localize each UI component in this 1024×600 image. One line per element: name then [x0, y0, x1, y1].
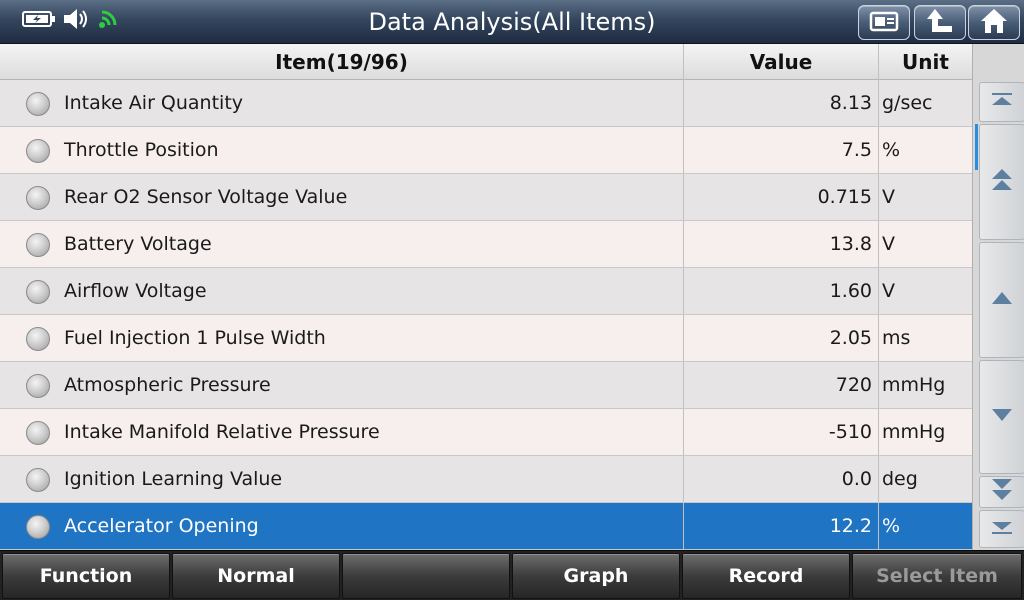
item-value: 0.715 [817, 186, 872, 208]
item-name: Rear O2 Sensor Voltage Value [64, 186, 348, 208]
function-button[interactable]: Function [2, 553, 170, 599]
graph-button[interactable]: Graph [512, 553, 680, 599]
data-table: Item(19/96) Value Unit Intake Air Quanti… [0, 44, 972, 550]
empty-button[interactable] [342, 553, 510, 599]
item-value: 720 [835, 374, 872, 396]
row-indicator-icon [26, 280, 50, 304]
item-unit: V [882, 280, 895, 302]
screenshot-icon [868, 9, 900, 37]
table-row[interactable]: Airflow Voltage 1.60 V [0, 268, 972, 315]
item-value: 12.2 [829, 515, 872, 537]
item-unit: ms [882, 327, 911, 349]
normal-button[interactable]: Normal [172, 553, 340, 599]
bottom-toolbar: Function Normal Graph Record Select Item [0, 550, 1024, 600]
item-name: Intake Air Quantity [64, 92, 244, 114]
item-value: -510 [828, 421, 872, 443]
scroll-top-button[interactable] [979, 82, 1024, 122]
row-indicator-icon [26, 327, 50, 351]
item-unit: V [882, 233, 895, 255]
item-unit: g/sec [882, 92, 933, 114]
select-item-button[interactable]: Select Item [852, 553, 1022, 599]
table-row-selected[interactable]: Accelerator Opening 12.2 % [0, 503, 972, 550]
item-value: 8.13 [829, 92, 872, 114]
screenshot-button[interactable] [858, 5, 910, 40]
item-name: Intake Manifold Relative Pressure [64, 421, 380, 443]
scroll-top-icon [990, 92, 1014, 112]
row-indicator-icon [26, 233, 50, 257]
item-unit: V [882, 186, 895, 208]
row-indicator-icon [26, 92, 50, 116]
table-row[interactable]: Fuel Injection 1 Pulse Width 2.05 ms [0, 315, 972, 362]
table-row[interactable]: Battery Voltage 13.8 V [0, 221, 972, 268]
item-value: 1.60 [829, 280, 872, 302]
title-bar: Data Analysis(All Items) [0, 0, 1024, 44]
back-icon [925, 7, 955, 39]
item-unit: deg [882, 468, 918, 490]
item-name: Battery Voltage [64, 233, 212, 255]
scroll-bottom-icon [990, 519, 1014, 539]
page-up-icon [990, 167, 1014, 197]
row-indicator-icon [26, 421, 50, 445]
page-down-button[interactable] [979, 476, 1024, 508]
table-row[interactable]: Rear O2 Sensor Voltage Value 0.715 V [0, 174, 972, 221]
table-row[interactable]: Intake Air Quantity 8.13 g/sec [0, 80, 972, 127]
scroll-bottom-button[interactable] [979, 510, 1024, 548]
item-name: Fuel Injection 1 Pulse Width [64, 327, 326, 349]
home-button[interactable] [968, 5, 1020, 40]
item-unit: % [882, 515, 901, 537]
page-down-icon [990, 477, 1014, 507]
line-up-icon [990, 290, 1014, 310]
item-name: Atmospheric Pressure [64, 374, 271, 396]
row-indicator-icon [26, 468, 50, 492]
item-unit: % [882, 139, 901, 161]
item-value: 13.8 [829, 233, 872, 255]
scrollbar[interactable] [972, 44, 1024, 550]
row-indicator-icon [26, 139, 50, 163]
app-window: Data Analysis(All Items) Item(19/96) Val… [0, 0, 1024, 600]
back-button[interactable] [914, 5, 966, 40]
item-name: Airflow Voltage [64, 280, 207, 302]
scroll-position-indicator [975, 124, 978, 170]
column-header-unit[interactable]: Unit [879, 44, 972, 80]
column-header-item[interactable]: Item(19/96) [0, 44, 684, 80]
line-down-icon [990, 407, 1014, 427]
item-unit: mmHg [882, 374, 946, 396]
item-value: 7.5 [841, 139, 872, 161]
row-indicator-icon [26, 186, 50, 210]
item-value: 2.05 [829, 327, 872, 349]
item-name: Accelerator Opening [64, 515, 259, 537]
item-name: Throttle Position [64, 139, 219, 161]
column-header-value[interactable]: Value [684, 44, 879, 80]
line-down-button[interactable] [979, 360, 1024, 474]
row-indicator-icon [26, 515, 50, 539]
line-up-button[interactable] [979, 242, 1024, 358]
item-value: 0.0 [841, 468, 872, 490]
table-row[interactable]: Ignition Learning Value 0.0 deg [0, 456, 972, 503]
item-unit: mmHg [882, 421, 946, 443]
home-icon [979, 7, 1009, 39]
table-row[interactable]: Intake Manifold Relative Pressure -510 m… [0, 409, 972, 456]
row-indicator-icon [26, 374, 50, 398]
item-name: Ignition Learning Value [64, 468, 283, 490]
table-row[interactable]: Throttle Position 7.5 % [0, 127, 972, 174]
record-button[interactable]: Record [682, 553, 850, 599]
table-row[interactable]: Atmospheric Pressure 720 mmHg [0, 362, 972, 409]
page-up-button[interactable] [979, 124, 1024, 240]
table-header: Item(19/96) Value Unit [0, 44, 972, 80]
